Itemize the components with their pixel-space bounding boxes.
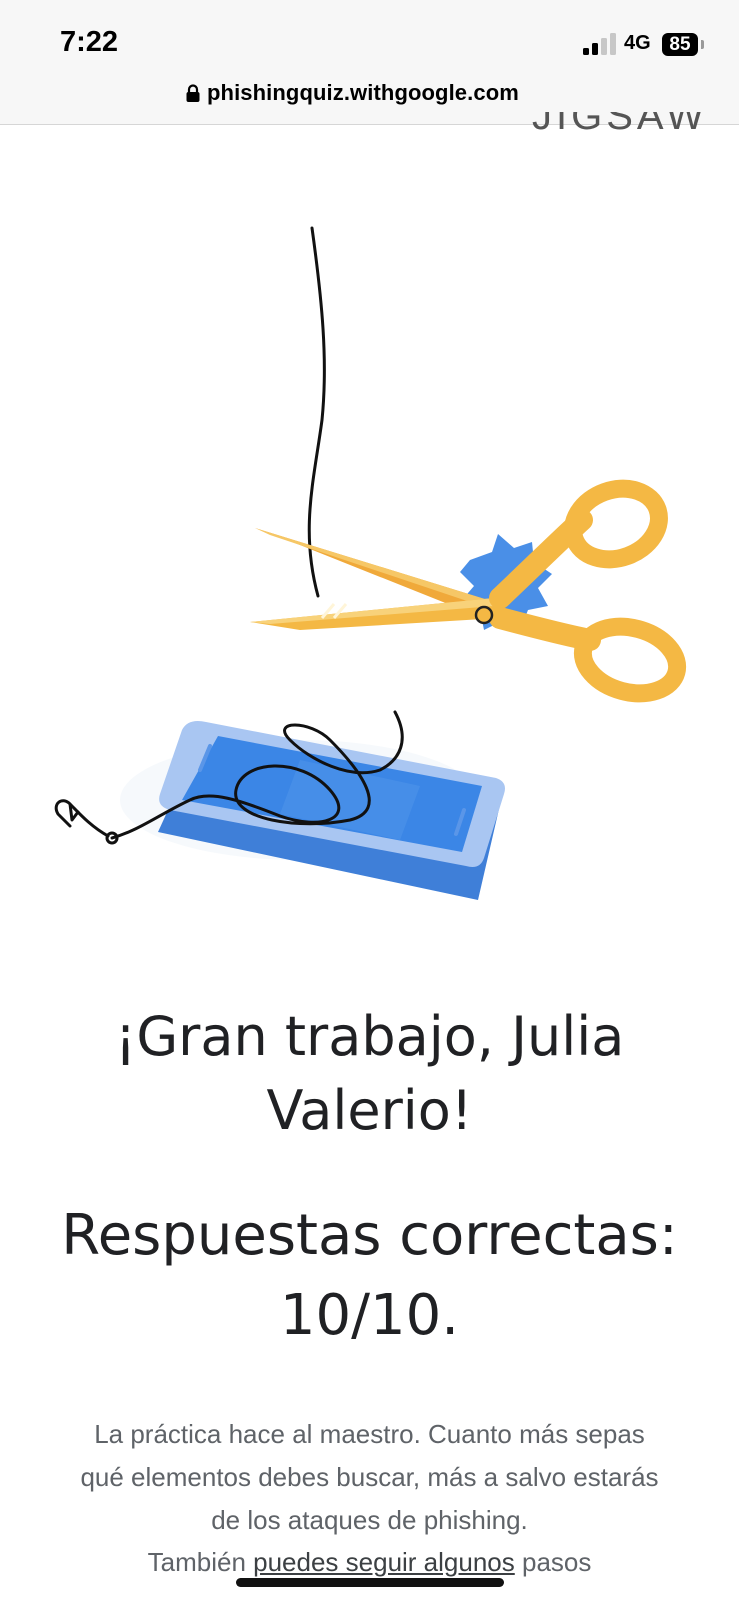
fishing-line-icon xyxy=(307,226,326,598)
next-steps-link[interactable]: puedes seguir algunos xyxy=(253,1547,515,1577)
result-title: ¡Gran trabajo, Julia Valerio! xyxy=(114,1005,625,1142)
network-type: 4G xyxy=(624,32,651,54)
url-display[interactable]: phishingquiz.withgoogle.com xyxy=(186,78,519,108)
signal-icon xyxy=(583,33,616,55)
score-heading: Respuestas correctas: 10/10. xyxy=(61,1203,678,1348)
phone-icon xyxy=(120,721,505,900)
illustration xyxy=(54,226,687,900)
fish-hook-icon xyxy=(54,799,119,845)
next-steps-prefix: También xyxy=(147,1547,254,1577)
home-indicator[interactable] xyxy=(236,1578,504,1587)
status-bar: 7:22 4G 85 xyxy=(0,0,739,72)
battery-tip xyxy=(701,40,704,49)
status-time: 7:22 xyxy=(60,26,119,58)
jigsaw-logo: JIGSAW xyxy=(520,112,710,136)
logo-text: JIGSAW xyxy=(532,112,708,136)
battery-icon: 85 xyxy=(662,33,698,56)
lock-icon xyxy=(186,84,200,102)
url-text: phishingquiz.withgoogle.com xyxy=(207,80,519,105)
practice-message: La práctica hace al maestro. Cuanto más … xyxy=(80,1419,659,1535)
next-steps-suffix: pasos xyxy=(514,1547,592,1577)
